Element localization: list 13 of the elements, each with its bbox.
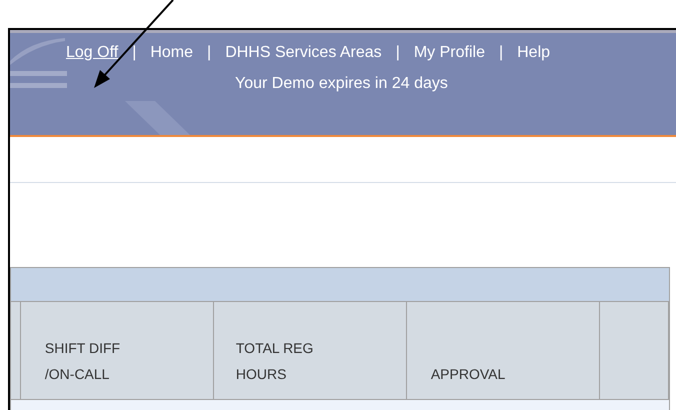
nav-link[interactable]: My Profile — [414, 41, 485, 65]
nav-link[interactable]: Help — [517, 41, 550, 65]
nav-link[interactable]: DHHS Services Areas — [225, 41, 382, 65]
column-header: APPROVAL — [406, 302, 600, 399]
separator: | — [396, 43, 400, 63]
nav-link[interactable]: Log Off — [66, 41, 118, 65]
separator: | — [132, 43, 136, 63]
nav-link[interactable]: Home — [150, 41, 194, 65]
demo-expiry-notice: Your Demo expires in 24 days — [235, 74, 449, 94]
separator: | — [498, 43, 504, 63]
separator: | — [207, 43, 212, 63]
column-header: TOTAL REG HOURS — [214, 302, 407, 399]
column-header: SHIFT DIFF /ON-CALL — [20, 302, 214, 399]
